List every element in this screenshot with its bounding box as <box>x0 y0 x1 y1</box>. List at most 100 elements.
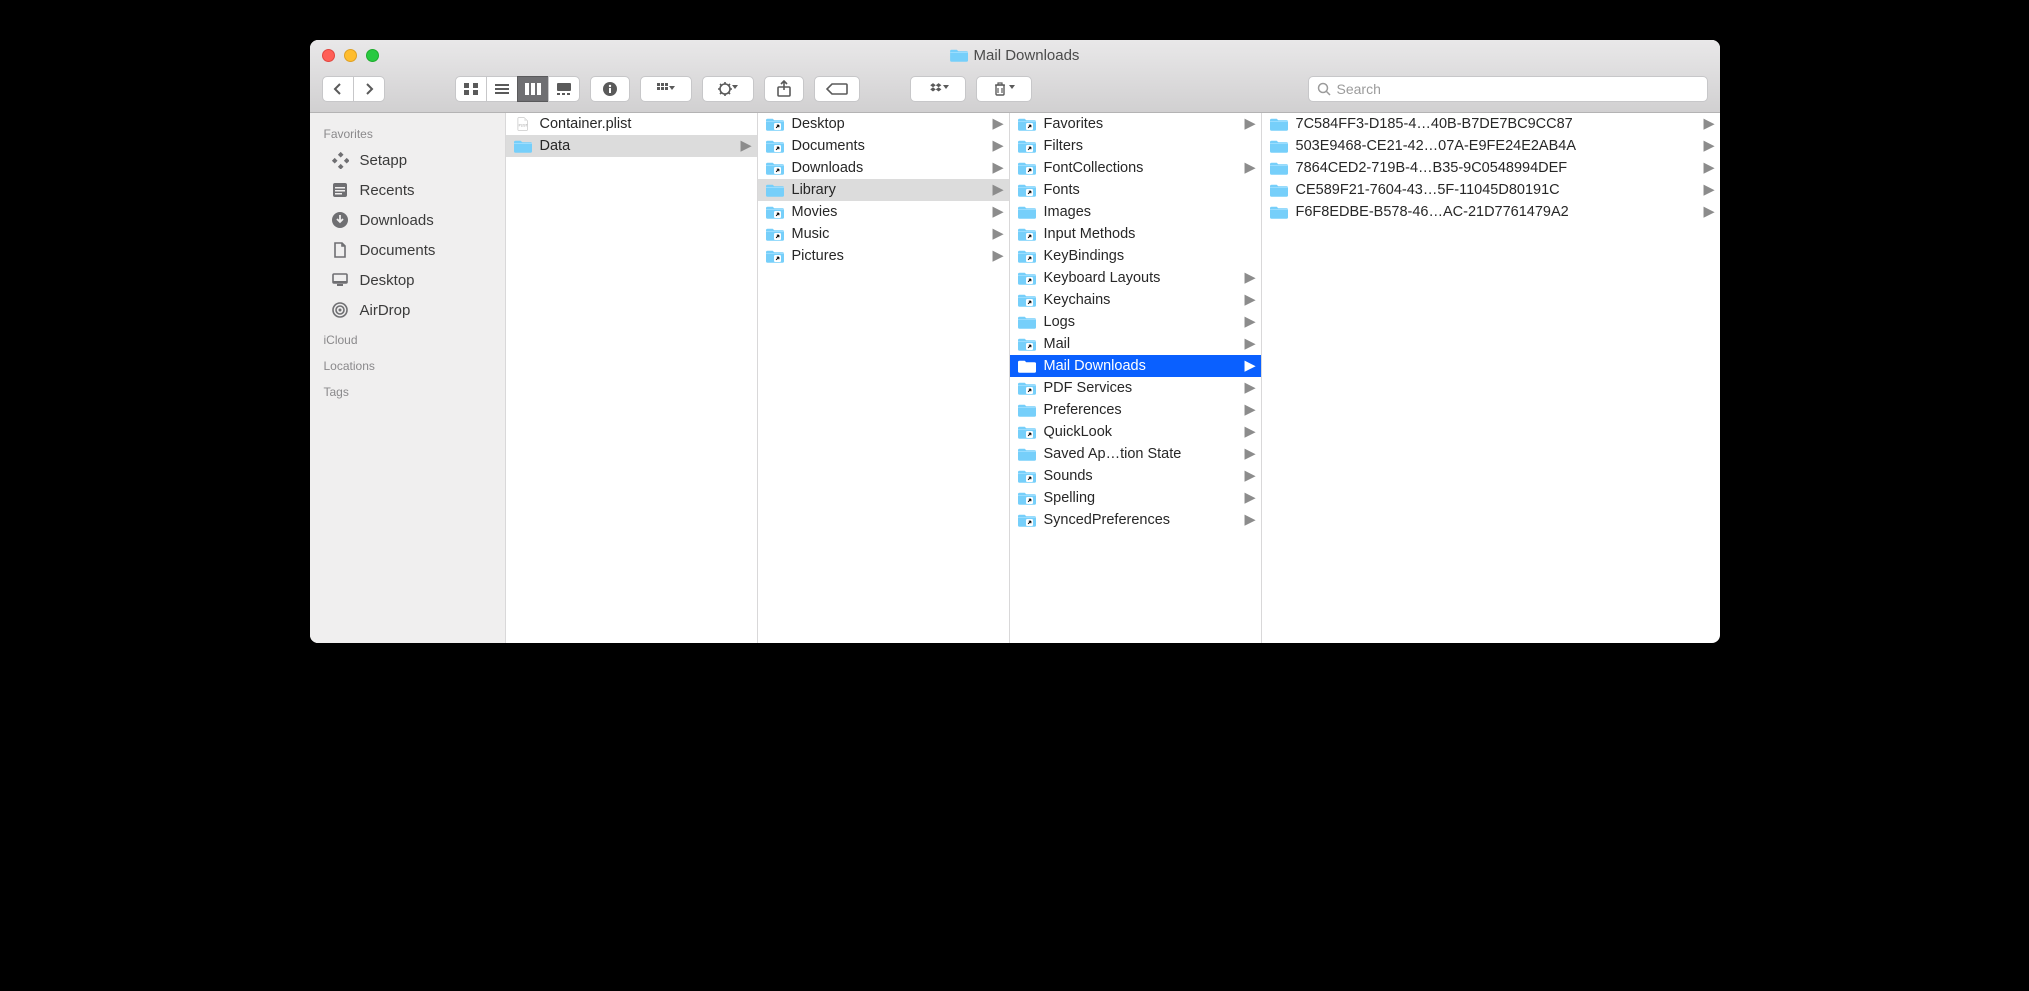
chevron-right-icon: ▶ <box>1245 424 1255 440</box>
chevron-right-icon: ▶ <box>1245 314 1255 330</box>
sidebar-item-airdrop[interactable]: AirDrop <box>310 295 505 325</box>
item-label: 503E9468-CE21-42…07A-E9FE24E2AB4A <box>1296 138 1696 154</box>
folder-row[interactable]: Mail▶ <box>1010 333 1261 355</box>
list-view-button[interactable] <box>486 76 518 102</box>
folder-row[interactable]: 7C584FF3-D185-4…40B-B7DE7BC9CC87▶ <box>1262 113 1720 135</box>
folder-row[interactable]: Desktop▶ <box>758 113 1009 135</box>
item-label: Data <box>540 138 733 154</box>
folder-icon <box>950 48 968 62</box>
downloads-icon <box>330 210 350 230</box>
file-row[interactable]: PLISTContainer.plist <box>506 113 757 135</box>
item-label: Preferences <box>1044 402 1237 418</box>
gallery-view-button[interactable] <box>548 76 580 102</box>
column-view-button[interactable] <box>517 76 549 102</box>
airdrop-icon <box>330 300 350 320</box>
sidebar-item-recents[interactable]: Recents <box>310 175 505 205</box>
icon-view-button[interactable] <box>455 76 487 102</box>
body: FavoritesSetappRecentsDownloadsDocuments… <box>310 113 1720 643</box>
folder-row[interactable]: Filters <box>1010 135 1261 157</box>
folder-row[interactable]: PDF Services▶ <box>1010 377 1261 399</box>
sidebar-item-documents[interactable]: Documents <box>310 235 505 265</box>
folder-row[interactable]: Logs ▶ <box>1010 311 1261 333</box>
folder-row[interactable]: 7864CED2-719B-4…B35-9C0548994DEF▶ <box>1262 157 1720 179</box>
item-label: Keyboard Layouts <box>1044 270 1237 286</box>
traffic-lights <box>310 49 379 62</box>
folder-row[interactable]: KeyBindings <box>1010 245 1261 267</box>
folder-row[interactable]: QuickLook▶ <box>1010 421 1261 443</box>
sidebar-item-label: Documents <box>360 242 436 259</box>
item-label: Logs <box>1044 314 1237 330</box>
folder-row[interactable]: Fonts <box>1010 179 1261 201</box>
folder-row[interactable]: Input Methods <box>1010 223 1261 245</box>
folder-icon <box>1270 117 1288 131</box>
item-label: KeyBindings <box>1044 248 1237 264</box>
group-by-dropdown[interactable] <box>640 76 692 102</box>
folder-row[interactable]: Images <box>1010 201 1261 223</box>
sidebar-item-setapp[interactable]: Setapp <box>310 145 505 175</box>
item-label: Mail Downloads <box>1044 358 1237 374</box>
zoom-button[interactable] <box>366 49 379 62</box>
folder-row[interactable]: Sounds▶ <box>1010 465 1261 487</box>
folder-row[interactable]: Music▶ <box>758 223 1009 245</box>
folder-icon <box>514 139 532 153</box>
chevron-right-icon: ▶ <box>1245 270 1255 286</box>
folder-row[interactable]: Mail Downloads▶ <box>1010 355 1261 377</box>
search-icon <box>1317 82 1331 96</box>
folder-row[interactable]: Keyboard Layouts ▶ <box>1010 267 1261 289</box>
folder-icon <box>1270 161 1288 175</box>
folder-row[interactable]: CE589F21-7604-43…5F-11045D80191C▶ <box>1262 179 1720 201</box>
dropbox-dropdown[interactable] <box>910 76 966 102</box>
folder-row[interactable]: FontCollections▶ <box>1010 157 1261 179</box>
chevron-right-icon: ▶ <box>993 182 1003 198</box>
folder-row[interactable]: Saved Ap…tion State▶ <box>1010 443 1261 465</box>
action-dropdown[interactable] <box>702 76 754 102</box>
chevron-right-icon: ▶ <box>993 204 1003 220</box>
trash-dropdown[interactable] <box>976 76 1032 102</box>
sidebar-heading: Tags <box>310 377 505 403</box>
folder-icon <box>1018 403 1036 417</box>
sidebar-item-desktop[interactable]: Desktop <box>310 265 505 295</box>
folder-row[interactable]: Preferences▶ <box>1010 399 1261 421</box>
sidebar-item-downloads[interactable]: Downloads <box>310 205 505 235</box>
folder-row[interactable]: SyncedPreferences▶ <box>1010 509 1261 531</box>
item-label: Movies <box>792 204 985 220</box>
sidebar-heading: iCloud <box>310 325 505 351</box>
back-button[interactable] <box>322 76 354 102</box>
folder-row[interactable]: Movies ▶ <box>758 201 1009 223</box>
folder-icon <box>1018 491 1036 505</box>
folder-row[interactable]: Library▶ <box>758 179 1009 201</box>
folder-row[interactable]: Keychains▶ <box>1010 289 1261 311</box>
tags-button[interactable] <box>814 76 860 102</box>
folder-row[interactable]: 503E9468-CE21-42…07A-E9FE24E2AB4A▶ <box>1262 135 1720 157</box>
titlebar-top: Mail Downloads <box>310 40 1720 70</box>
documents-icon <box>330 240 350 260</box>
folder-row[interactable]: Favorites▶ <box>1010 113 1261 135</box>
folder-row[interactable]: Spelling▶ <box>1010 487 1261 509</box>
forward-button[interactable] <box>353 76 385 102</box>
info-button[interactable] <box>590 76 630 102</box>
chevron-right-icon: ▶ <box>1245 160 1255 176</box>
folder-icon <box>1018 337 1036 351</box>
search-input[interactable] <box>1337 81 1699 97</box>
close-button[interactable] <box>322 49 335 62</box>
folder-row[interactable]: Data▶ <box>506 135 757 157</box>
folder-row[interactable]: Documents▶ <box>758 135 1009 157</box>
column-1: Desktop▶Documents▶Downloads▶Library▶Movi… <box>758 113 1010 643</box>
item-label: Pictures <box>792 248 985 264</box>
chevron-right-icon: ▶ <box>993 160 1003 176</box>
item-label: Fonts <box>1044 182 1237 198</box>
minimize-button[interactable] <box>344 49 357 62</box>
folder-row[interactable]: Downloads▶ <box>758 157 1009 179</box>
folder-icon <box>1018 315 1036 329</box>
item-label: 7864CED2-719B-4…B35-9C0548994DEF <box>1296 160 1696 176</box>
folder-row[interactable]: Pictures▶ <box>758 245 1009 267</box>
folder-icon <box>1018 447 1036 461</box>
file-icon: PLIST <box>514 117 532 131</box>
folder-icon <box>1018 381 1036 395</box>
search-field[interactable] <box>1308 76 1708 102</box>
column-2: Favorites▶FiltersFontCollections▶ Fonts Im… <box>1010 113 1262 643</box>
item-label: Input Methods <box>1044 226 1237 242</box>
folder-row[interactable]: F6F8EDBE-B578-46…AC-21D7761479A2▶ <box>1262 201 1720 223</box>
share-button[interactable] <box>764 76 804 102</box>
column-0: PLISTContainer.plistData▶ <box>506 113 758 643</box>
